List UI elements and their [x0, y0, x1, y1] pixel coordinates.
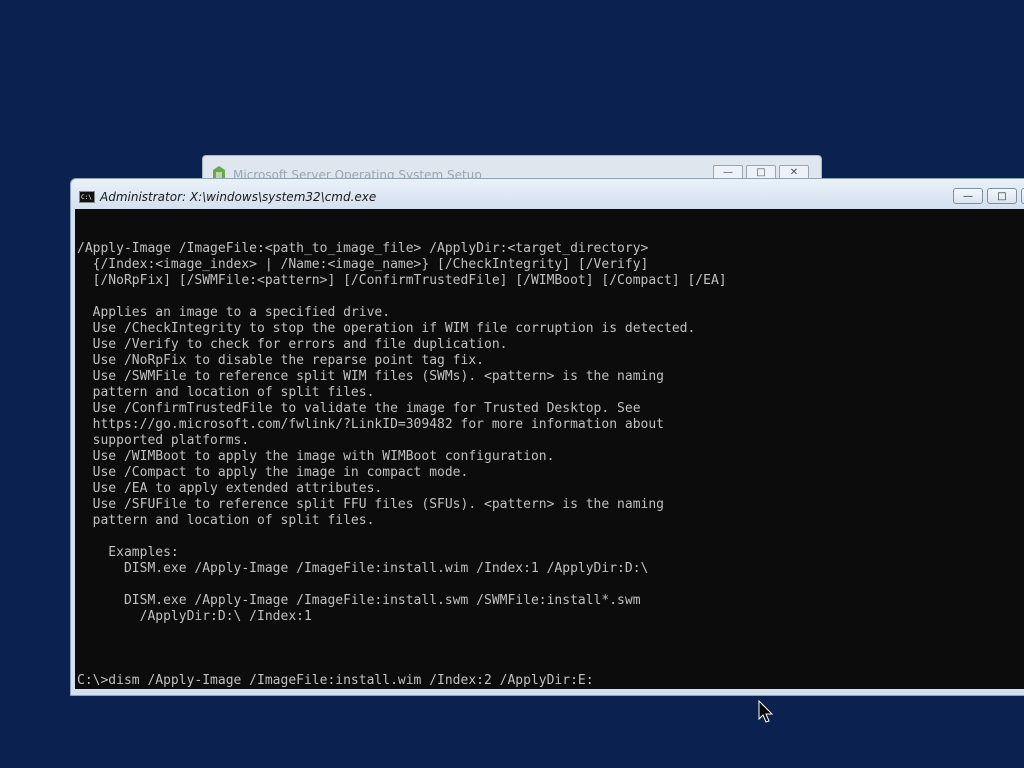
cmd-icon: C:\ [79, 191, 95, 203]
console-line: DISM.exe /Apply-Image /ImageFile:install… [77, 561, 649, 576]
console-line: Use /NoRpFix to disable the reparse poin… [77, 353, 484, 368]
console-line: Use /ConfirmTrustedFile to validate the … [77, 401, 641, 416]
desktop: Microsoft Server Operating System Setup … [0, 0, 1024, 768]
maximize-button[interactable]: □ [987, 188, 1017, 204]
console-line: Use /SWMFile to reference split WIM file… [77, 369, 664, 384]
console-line: supported platforms. [77, 433, 250, 448]
console-output[interactable]: /Apply-Image /ImageFile:<path_to_image_f… [75, 209, 1024, 689]
console-line: pattern and location of split files. [77, 513, 375, 528]
console-lines: /Apply-Image /ImageFile:<path_to_image_f… [77, 241, 727, 689]
console-line: Use /EA to apply extended attributes. [77, 481, 383, 496]
console-line: /ApplyDir:D:\ /Index:1 [77, 609, 312, 624]
console-line: pattern and location of split files. [77, 385, 375, 400]
console-line: Use /Verify to check for errors and file… [77, 337, 508, 352]
cmd-titlebar[interactable]: C:\ Administrator: X:\windows\system32\c… [71, 179, 1024, 208]
console-line: [/NoRpFix] [/SWMFile:<pattern>] [/Confir… [77, 273, 727, 288]
setup-titlebar[interactable]: Microsoft Server Operating System Setup … [203, 156, 821, 182]
console-line: Use /CheckIntegrity to stop the operatio… [77, 321, 696, 336]
console-line: Use /SFUFile to reference split FFU file… [77, 497, 664, 512]
console-line: DISM.exe /Apply-Image /ImageFile:install… [77, 593, 641, 608]
mouse-pointer-icon [758, 700, 774, 723]
console-line: /Apply-Image /ImageFile:<path_to_image_f… [77, 241, 649, 256]
command-prompt-input[interactable]: C:\>dism /Apply-Image /ImageFile:install… [77, 673, 727, 689]
console-line: Applies an image to a specified drive. [77, 305, 391, 320]
cmd-window-title: Administrator: X:\windows\system32\cmd.e… [100, 190, 377, 204]
console-line: {/Index:<image_index> | /Name:<image_nam… [77, 257, 649, 272]
setup-icon [213, 166, 225, 178]
cmd-window[interactable]: C:\ Administrator: X:\windows\system32\c… [70, 178, 1024, 696]
console-line: https://go.microsoft.com/fwlink/?LinkID=… [77, 417, 664, 432]
console-line: Use /Compact to apply the image in compa… [77, 465, 469, 480]
console-line: Examples: [77, 545, 179, 560]
console-line: Use /WIMBoot to apply the image with WIM… [77, 449, 555, 464]
minimize-button[interactable]: — [953, 188, 983, 204]
